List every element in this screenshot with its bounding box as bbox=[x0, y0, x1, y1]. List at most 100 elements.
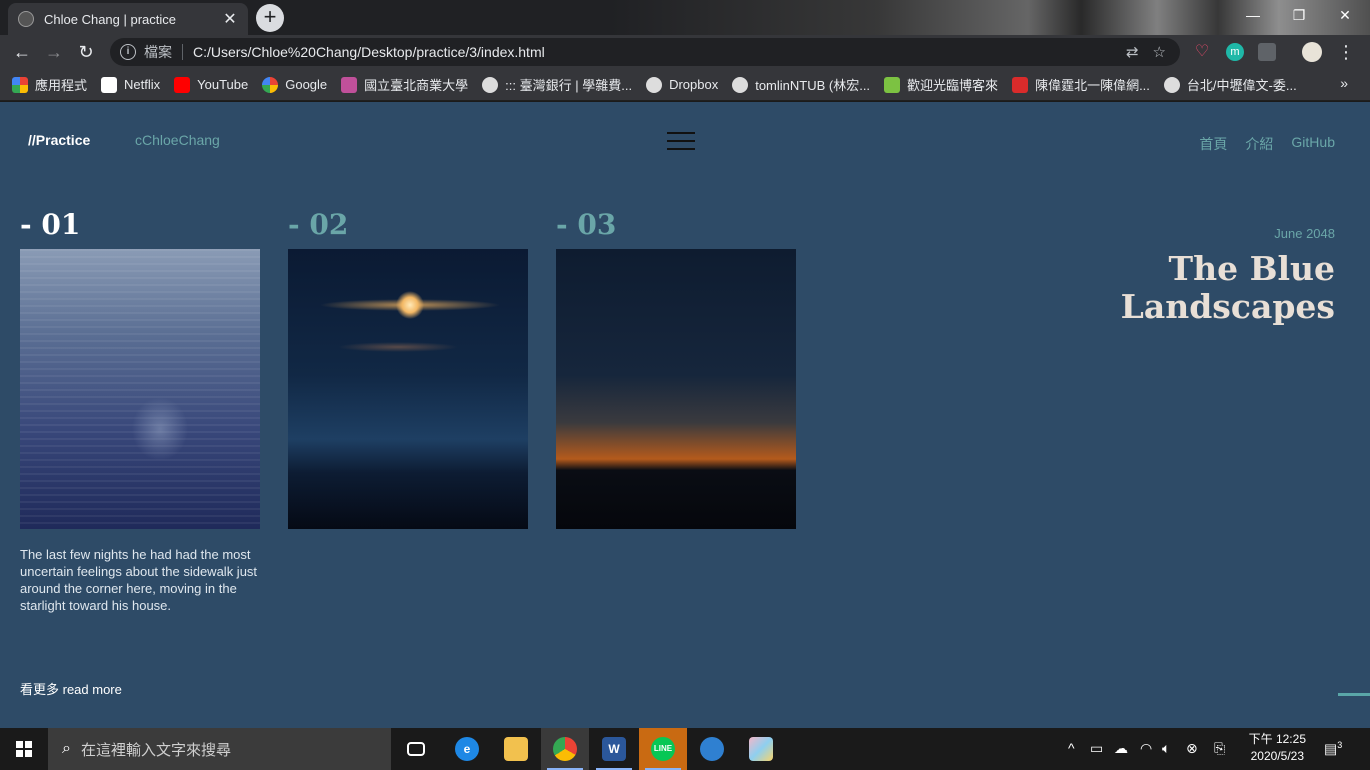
window-close-button[interactable]: ✕ bbox=[1322, 0, 1368, 30]
forward-button[interactable]: → bbox=[42, 40, 66, 64]
bookmark-netflix[interactable]: Netflix bbox=[101, 76, 160, 93]
ntub-icon bbox=[341, 76, 358, 93]
feature-date: June 2048 bbox=[1274, 226, 1335, 241]
tab-close-icon[interactable]: ✕ bbox=[222, 9, 238, 29]
nav-about-link[interactable]: 介紹 bbox=[1245, 134, 1273, 154]
bookmarks-overflow-icon[interactable]: » bbox=[1340, 75, 1348, 91]
search-icon: ⌕ bbox=[62, 740, 71, 757]
folder-icon bbox=[504, 737, 528, 761]
tab-title: Chloe Chang | practice bbox=[44, 11, 177, 27]
bookmark-taipei[interactable]: 台北/中壢偉文-委... bbox=[1163, 75, 1297, 94]
translate-icon[interactable]: ⇄ bbox=[1126, 43, 1139, 61]
window-minimize-button[interactable]: — bbox=[1230, 0, 1276, 30]
bookmarks-bar: 應用程式 Netflix YouTube Google 國立臺北商業大學 :::… bbox=[0, 69, 1370, 101]
card-number-02: - 02 bbox=[288, 208, 349, 241]
onedrive-icon[interactable]: ☁ bbox=[1114, 740, 1128, 757]
reload-button[interactable]: ↻ bbox=[74, 40, 98, 64]
clock-date: 2020/5/23 bbox=[1250, 749, 1304, 763]
network-disconnected-icon[interactable]: ⊗ bbox=[1186, 740, 1198, 757]
taskbar-chrome[interactable] bbox=[541, 728, 589, 770]
omnibox-divider bbox=[182, 44, 183, 60]
taskbar-paint[interactable] bbox=[737, 728, 785, 770]
tab-favicon bbox=[18, 11, 34, 27]
url-text[interactable]: C:/Users/Chloe%20Chang/Desktop/practice/… bbox=[193, 44, 1126, 60]
profile-avatar[interactable] bbox=[1302, 42, 1322, 62]
word-icon: W bbox=[602, 737, 626, 761]
browser-toolbar: ← → ↻ i 檔案 C:/Users/Chloe%20Chang/Deskto… bbox=[0, 35, 1370, 69]
wifi-icon[interactable]: ◠ bbox=[1140, 740, 1152, 757]
bookmark-bank-of-taiwan[interactable]: ::: 臺灣銀行 | 學雜費... bbox=[482, 75, 632, 94]
ime-icon[interactable]: ⎘ bbox=[1214, 740, 1225, 757]
bookmark-star-icon[interactable]: ☆ bbox=[1153, 43, 1166, 61]
tray-overflow-icon[interactable]: ^ bbox=[1068, 740, 1075, 756]
read-more-link[interactable]: 看更多 read more bbox=[20, 679, 122, 698]
video-icon bbox=[1012, 76, 1029, 93]
nav-github-link[interactable]: GitHub bbox=[1291, 134, 1335, 154]
m-extension-icon[interactable]: m bbox=[1226, 43, 1244, 61]
scroll-indicator bbox=[1338, 693, 1370, 696]
security-label: 檔案 bbox=[144, 44, 172, 60]
sunset-sea-photo[interactable] bbox=[556, 249, 796, 529]
search-placeholder: 在這裡輸入文字來搜尋 bbox=[80, 741, 231, 759]
clock-time: 下午 12:25 bbox=[1248, 732, 1306, 746]
nav-home-link[interactable]: 首頁 bbox=[1199, 134, 1227, 154]
taskbar-word[interactable]: W bbox=[590, 728, 638, 770]
site-info-icon[interactable]: i bbox=[120, 44, 136, 60]
task-view-icon bbox=[407, 742, 425, 756]
taskbar: ⌕ 在這裡輸入文字來搜尋 e W LINE ^ ▭ ☁ ◠ 🔈︎ ⊗ ⎘ 下午 … bbox=[0, 728, 1370, 770]
github-icon bbox=[732, 76, 749, 93]
netflix-icon bbox=[101, 76, 118, 93]
water-splash-photo[interactable] bbox=[20, 249, 260, 529]
volume-icon[interactable]: 🔈︎ bbox=[1162, 740, 1170, 757]
bookmark-ntub[interactable]: 國立臺北商業大學 bbox=[341, 75, 468, 94]
card-description: The last few nights he had had the most … bbox=[20, 547, 258, 613]
google-icon bbox=[262, 76, 279, 93]
globe-icon bbox=[482, 76, 499, 93]
taskbar-search-box[interactable]: ⌕ 在這裡輸入文字來搜尋 bbox=[48, 728, 391, 770]
card-number-01: - 01 bbox=[20, 208, 81, 241]
notification-center-icon[interactable]: ▤3 bbox=[1324, 740, 1342, 758]
hamburger-menu-icon[interactable] bbox=[667, 132, 695, 152]
bookmark-books[interactable]: 歡迎光臨博客來 bbox=[884, 75, 998, 94]
bookmark-google[interactable]: Google bbox=[262, 76, 327, 93]
browser-menu-icon[interactable]: ⋮ bbox=[1334, 40, 1358, 64]
top-nav: 首頁 介紹 GitHub bbox=[1199, 134, 1335, 154]
chrome-icon bbox=[553, 737, 577, 761]
bookmark-apps[interactable]: 應用程式 bbox=[12, 75, 87, 94]
tab-strip: Chloe Chang | practice ✕ + — ❐ ✕ bbox=[0, 0, 1370, 35]
taskbar-edge[interactable]: e bbox=[443, 728, 491, 770]
card-number-03: - 03 bbox=[556, 208, 617, 241]
books-icon bbox=[884, 76, 901, 93]
notification-count: 3 bbox=[1337, 740, 1343, 750]
site-handle[interactable]: cChloeChang bbox=[135, 132, 220, 148]
feature-headline: The Blue Landscapes bbox=[1120, 249, 1335, 326]
new-tab-button[interactable]: + bbox=[256, 4, 284, 32]
apps-grid-icon bbox=[12, 76, 28, 93]
taskbar-pen-app[interactable] bbox=[688, 728, 736, 770]
pen-app-icon bbox=[700, 737, 724, 761]
taskbar-line[interactable]: LINE bbox=[639, 728, 687, 770]
moon-landscape-photo[interactable] bbox=[288, 249, 528, 529]
heart-extension-icon[interactable]: ♡ bbox=[1193, 43, 1211, 61]
browser-tab-active[interactable]: Chloe Chang | practice ✕ bbox=[8, 3, 248, 35]
globe-icon bbox=[646, 76, 663, 93]
bookmark-github-tomlin[interactable]: tomlinNTUB (林宏... bbox=[732, 75, 870, 94]
task-view-button[interactable] bbox=[392, 728, 440, 770]
line-icon: LINE bbox=[651, 737, 675, 761]
edge-icon: e bbox=[455, 737, 479, 761]
windows-logo-icon bbox=[16, 741, 32, 757]
taskbar-file-explorer[interactable] bbox=[492, 728, 540, 770]
paint-palette-icon bbox=[749, 737, 773, 761]
bookmark-youtube[interactable]: YouTube bbox=[174, 76, 248, 93]
window-restore-button[interactable]: ❐ bbox=[1276, 0, 1322, 30]
bookmark-chen[interactable]: 陳偉霆北一陳偉網... bbox=[1012, 75, 1150, 94]
start-button[interactable] bbox=[0, 728, 48, 770]
battery-icon[interactable]: ▭ bbox=[1090, 740, 1103, 757]
square-extension-icon[interactable] bbox=[1258, 43, 1276, 61]
bookmark-dropbox[interactable]: Dropbox bbox=[646, 76, 718, 93]
back-button[interactable]: ← bbox=[10, 40, 34, 64]
page-content: //Practice cChloeChang 首頁 介紹 GitHub - 01… bbox=[0, 102, 1370, 728]
taskbar-clock[interactable]: 下午 12:25 2020/5/23 bbox=[1249, 731, 1306, 765]
address-bar[interactable]: i 檔案 C:/Users/Chloe%20Chang/Desktop/prac… bbox=[110, 38, 1180, 66]
site-brand[interactable]: //Practice bbox=[28, 132, 90, 148]
